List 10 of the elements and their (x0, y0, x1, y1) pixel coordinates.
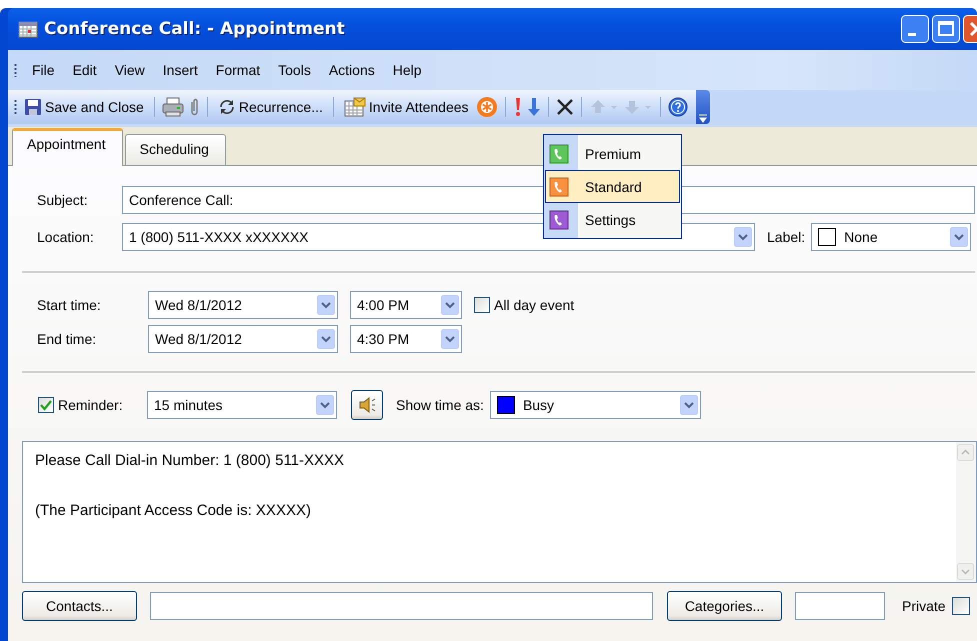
checkbox-label: Private (902, 598, 946, 614)
field-label: Subject: (37, 192, 89, 208)
field-label: End time: (37, 331, 98, 347)
field-label: Label: (767, 229, 806, 245)
window-title: Conference Call: - Appointment (44, 19, 346, 39)
checkbox-label: Reminder: (58, 397, 124, 413)
field-label: Location: (37, 229, 95, 245)
field-label: Start time: (37, 297, 102, 313)
field-label: Show time as: (396, 397, 484, 413)
checkbox-label: All day event (494, 297, 574, 313)
